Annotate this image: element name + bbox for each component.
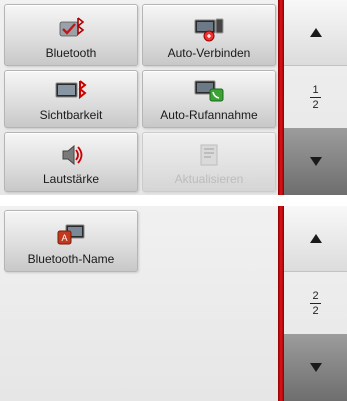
page-indicator: 1 2 bbox=[284, 66, 347, 128]
arrow-down-icon bbox=[309, 157, 322, 166]
scroll-down-button[interactable] bbox=[284, 334, 347, 401]
svg-text:A: A bbox=[61, 233, 67, 243]
page-total: 2 bbox=[312, 98, 319, 111]
menu-screen-page-1: Bluetooth Auto-Verbinden Sichtbarkeit Au… bbox=[0, 0, 347, 195]
scroll-up-button[interactable] bbox=[284, 0, 347, 66]
tile-label: Bluetooth-Name bbox=[27, 252, 115, 266]
fraction-line bbox=[310, 302, 321, 304]
bluetooth-name-button[interactable]: A Bluetooth-Name bbox=[4, 210, 138, 272]
page-current: 2 bbox=[312, 289, 319, 302]
page-total: 2 bbox=[312, 304, 319, 317]
bluetooth-name-icon: A bbox=[57, 224, 85, 245]
visibility-icon bbox=[55, 80, 87, 100]
auto-answer-button[interactable]: Auto-Rufannahme bbox=[142, 70, 276, 128]
arrow-up-icon bbox=[309, 28, 322, 37]
page-current: 1 bbox=[312, 83, 319, 96]
auto-connect-icon bbox=[194, 18, 224, 42]
tile-label: Auto-Rufannahme bbox=[160, 108, 258, 122]
refresh-icon bbox=[200, 144, 218, 166]
tile-label: Aktualisieren bbox=[174, 172, 244, 186]
bluetooth-button[interactable]: Bluetooth bbox=[4, 4, 138, 66]
bluetooth-settings-icon bbox=[59, 17, 85, 37]
visibility-button[interactable]: Sichtbarkeit bbox=[4, 70, 138, 128]
menu-screen-page-2: A Bluetooth-Name 2 2 bbox=[0, 206, 347, 401]
scroll-down-button[interactable] bbox=[284, 128, 347, 195]
tile-label: Sichtbarkeit bbox=[39, 108, 103, 122]
fraction-line bbox=[310, 96, 321, 98]
tile-label: Bluetooth bbox=[45, 46, 97, 60]
refresh-button: Aktualisieren bbox=[142, 132, 276, 192]
tile-label: Lautstärke bbox=[42, 172, 100, 186]
volume-icon bbox=[62, 144, 83, 166]
tile-label: Auto-Verbinden bbox=[167, 46, 251, 60]
page-indicator: 2 2 bbox=[284, 272, 347, 334]
arrow-up-icon bbox=[309, 234, 322, 243]
arrow-down-icon bbox=[309, 363, 322, 372]
auto-answer-icon bbox=[194, 80, 224, 102]
auto-connect-button[interactable]: Auto-Verbinden bbox=[142, 4, 276, 66]
scroll-up-button[interactable] bbox=[284, 206, 347, 272]
volume-button[interactable]: Lautstärke bbox=[4, 132, 138, 192]
